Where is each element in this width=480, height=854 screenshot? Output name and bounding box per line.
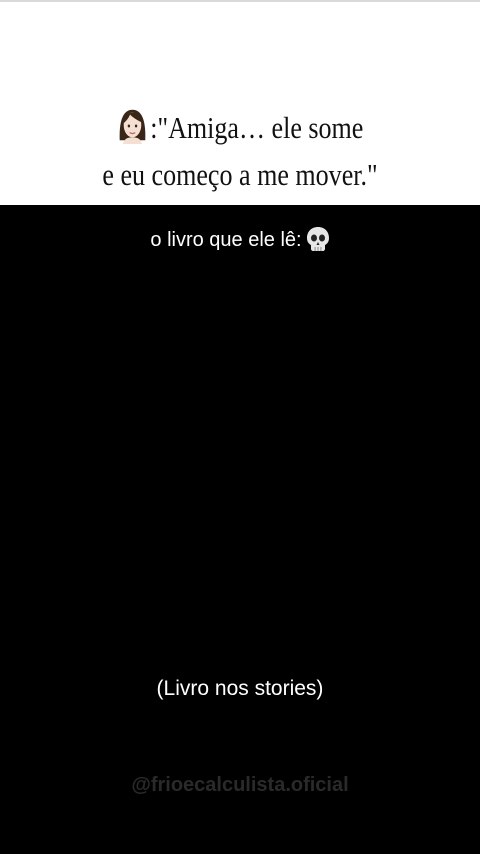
overlay-caption: (Livro nos stories) xyxy=(156,677,324,700)
quote-text: :"Amiga… ele some e eu começo a me mover… xyxy=(38,104,441,198)
woman-emoji-icon xyxy=(119,109,146,144)
quote-line-1: :"Amiga… ele some xyxy=(38,104,441,151)
quote-panel: :"Amiga… ele some e eu começo a me mover… xyxy=(0,0,480,205)
video-frame: :"Amiga… ele some e eu começo a me mover… xyxy=(0,0,480,854)
overlay-subtitle: o livro que ele lê: xyxy=(0,226,480,254)
skull-emoji-icon xyxy=(306,227,329,251)
top-divider xyxy=(0,0,480,2)
watermark-handle: @frioecalculista.oficial xyxy=(131,774,349,796)
subtitle-text: o livro que ele lê: xyxy=(150,229,302,251)
quote-line-2: e eu começo a me mover." xyxy=(102,157,378,192)
quote-line-1-text: :"Amiga… ele some xyxy=(150,110,364,145)
